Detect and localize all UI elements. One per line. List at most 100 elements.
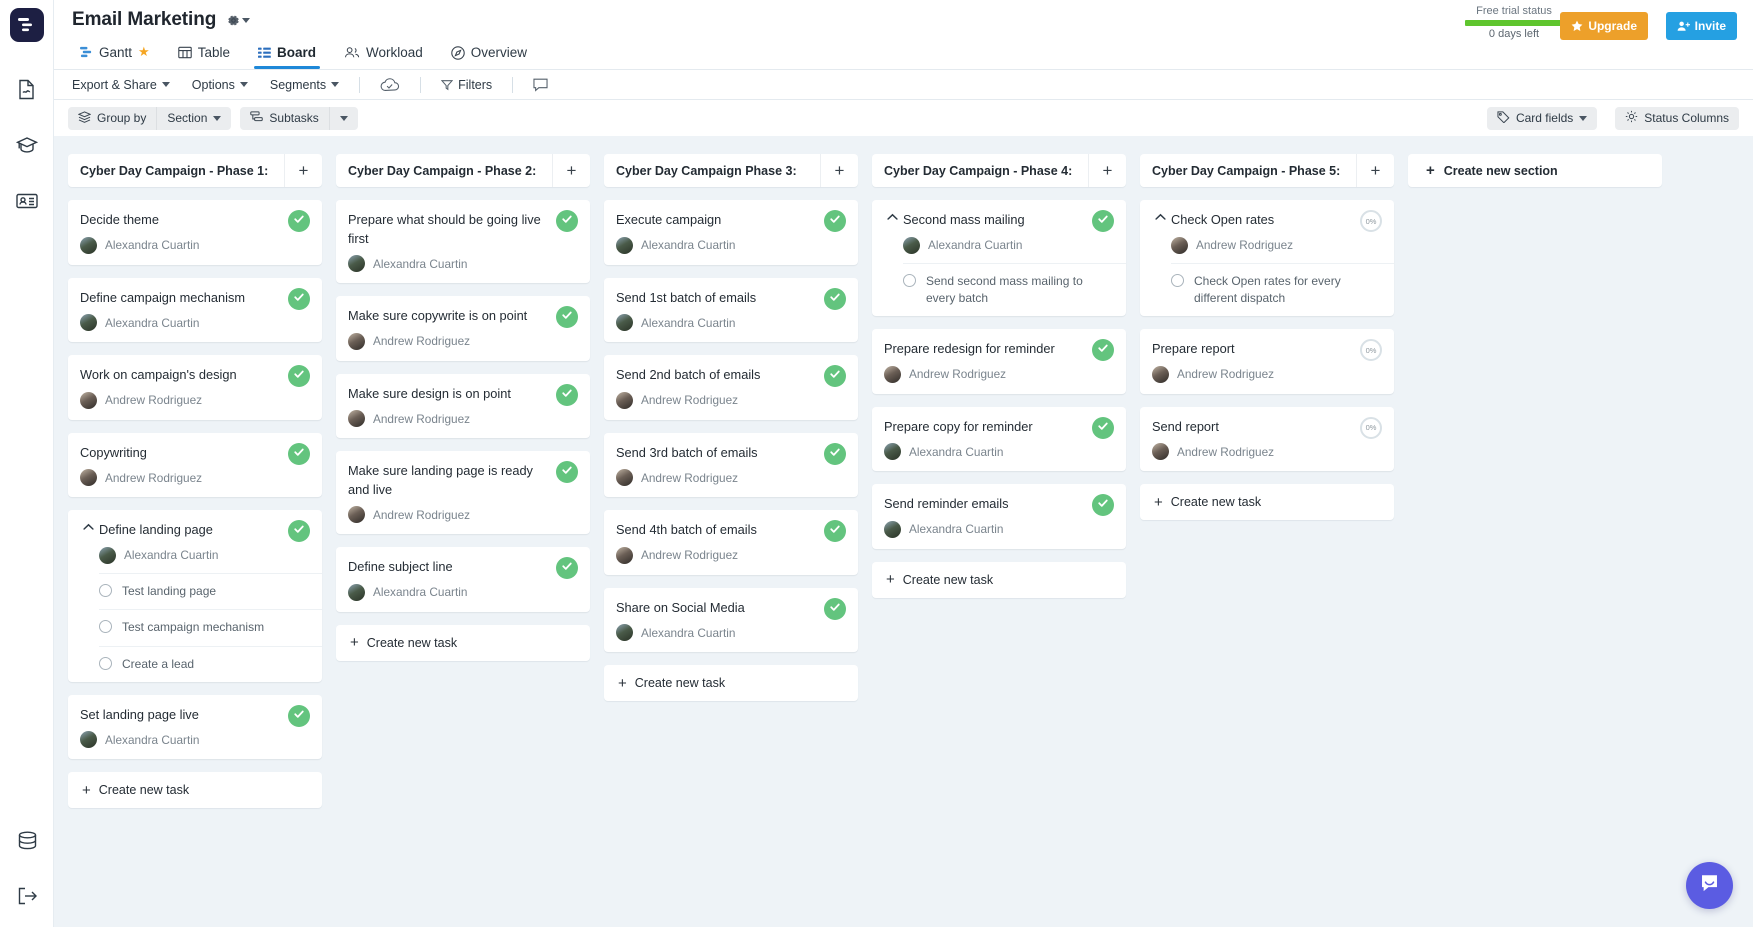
avatar[interactable] xyxy=(1171,236,1188,254)
sidebar-item-documents[interactable] xyxy=(10,72,44,106)
status-complete-badge[interactable] xyxy=(824,520,846,543)
avatar[interactable] xyxy=(348,583,365,601)
create-new-task-button[interactable]: + Create new task xyxy=(68,772,322,809)
task-card[interactable]: Decide theme Alexandra Cuartin xyxy=(68,200,322,265)
task-card[interactable]: Define landing page Alexandra Cuartin Test… xyxy=(68,510,322,682)
chevron-up-icon[interactable] xyxy=(1152,213,1168,221)
subtask-status-circle-icon[interactable] xyxy=(903,273,916,287)
create-new-task-button[interactable]: + Create new task xyxy=(872,561,1126,598)
status-complete-badge[interactable] xyxy=(1092,416,1114,439)
avatar[interactable] xyxy=(884,443,901,461)
comments-button[interactable] xyxy=(522,70,559,99)
status-complete-badge[interactable] xyxy=(824,597,846,620)
task-card[interactable]: Second mass mailing Alexandra Cuartin Send… xyxy=(872,200,1126,317)
task-card[interactable]: Make sure design is on point Andrew Rodri… xyxy=(336,373,590,439)
progress-badge[interactable]: 0% xyxy=(1360,339,1382,362)
chevron-up-icon[interactable] xyxy=(884,213,900,221)
status-complete-badge[interactable] xyxy=(556,306,578,329)
sidebar-item-database[interactable] xyxy=(10,823,44,857)
app-logo-icon[interactable] xyxy=(9,8,44,42)
tab-board[interactable]: Board xyxy=(244,45,330,69)
task-card[interactable]: Send 2nd batch of emails Andrew Rodriguez xyxy=(604,355,858,420)
avatar[interactable] xyxy=(80,469,97,487)
status-complete-badge[interactable] xyxy=(288,210,310,232)
status-complete-badge[interactable] xyxy=(824,287,846,310)
status-complete-badge[interactable] xyxy=(288,442,310,465)
task-card[interactable]: Define subject line Alexandra Cuartin xyxy=(336,547,590,612)
avatar[interactable] xyxy=(616,546,633,564)
status-complete-badge[interactable] xyxy=(288,365,310,388)
task-card[interactable]: Send reminder emails Alexandra Cuartin xyxy=(872,484,1126,549)
group-by-value-dropdown[interactable]: Section xyxy=(156,106,231,130)
subtask-status-circle-icon[interactable] xyxy=(1171,273,1184,287)
column-title[interactable]: Cyber Day Campaign Phase 3: xyxy=(604,154,820,187)
subtask-status-circle-icon[interactable] xyxy=(99,620,112,634)
upgrade-button[interactable]: Upgrade xyxy=(1560,12,1648,40)
task-card[interactable]: Send 3rd batch of emails Andrew Rodriguez xyxy=(604,432,858,498)
segments-menu[interactable]: Segments xyxy=(259,70,350,99)
options-menu[interactable]: Options xyxy=(181,70,259,99)
invite-button[interactable]: Invite xyxy=(1665,12,1737,40)
task-card[interactable]: Define campaign mechanism Alexandra Cuart… xyxy=(68,277,322,343)
status-complete-badge[interactable] xyxy=(824,442,846,465)
add-task-to-column-button[interactable]: + xyxy=(284,154,322,187)
task-card[interactable]: Set landing page live Alexandra Cuartin xyxy=(68,694,322,760)
status-columns-button[interactable]: Status Columns xyxy=(1615,107,1739,130)
avatar[interactable] xyxy=(616,469,633,487)
card-fields-button[interactable]: Card fields xyxy=(1487,107,1597,130)
subtask-item[interactable]: Test landing page xyxy=(99,572,322,609)
status-complete-badge[interactable] xyxy=(1092,339,1114,362)
progress-badge[interactable]: 0% xyxy=(1360,210,1382,232)
subtask-item[interactable]: Test campaign mechanism xyxy=(99,609,322,645)
avatar[interactable] xyxy=(348,255,365,273)
chat-support-button[interactable] xyxy=(1686,862,1733,909)
add-task-to-column-button[interactable]: + xyxy=(1356,154,1394,187)
avatar[interactable] xyxy=(99,546,116,564)
subtask-status-circle-icon[interactable] xyxy=(99,656,112,670)
avatar[interactable] xyxy=(616,236,633,254)
task-card[interactable]: Work on campaign's design Andrew Rodrigue… xyxy=(68,355,322,420)
task-card[interactable]: Send 4th batch of emails Andrew Rodriguez xyxy=(604,510,858,575)
avatar[interactable] xyxy=(80,314,97,332)
avatar[interactable] xyxy=(80,236,97,254)
task-card[interactable]: Send report Andrew Rodriguez 0% xyxy=(1140,406,1394,472)
avatar[interactable] xyxy=(348,506,365,524)
create-new-task-button[interactable]: + Create new task xyxy=(604,665,858,702)
subtask-item[interactable]: Check Open rates for every different dis… xyxy=(1171,262,1394,317)
add-task-to-column-button[interactable]: + xyxy=(1088,154,1126,187)
progress-badge[interactable]: 0% xyxy=(1360,416,1382,439)
column-title[interactable]: Cyber Day Campaign - Phase 2: xyxy=(336,154,552,187)
create-new-task-button[interactable]: + Create new task xyxy=(1140,484,1394,521)
avatar[interactable] xyxy=(616,314,633,332)
task-card[interactable]: Share on Social Media Alexandra Cuartin xyxy=(604,587,858,653)
tab-workload[interactable]: Workload xyxy=(330,45,437,69)
add-task-to-column-button[interactable]: + xyxy=(820,154,858,187)
status-complete-badge[interactable] xyxy=(556,210,578,232)
avatar[interactable] xyxy=(616,391,633,409)
filters-button[interactable]: Filters xyxy=(430,70,503,99)
avatar[interactable] xyxy=(884,520,901,538)
tab-table[interactable]: Table xyxy=(164,45,244,69)
status-complete-badge[interactable] xyxy=(824,210,846,232)
status-complete-badge[interactable] xyxy=(824,365,846,388)
sidebar-item-logout[interactable] xyxy=(10,879,44,913)
status-complete-badge[interactable] xyxy=(1092,210,1114,232)
status-complete-badge[interactable] xyxy=(1092,494,1114,517)
task-card[interactable]: Prepare copy for reminder Alexandra Cuart… xyxy=(872,406,1126,472)
cloud-sync-button[interactable] xyxy=(369,70,411,99)
column-title[interactable]: Cyber Day Campaign - Phase 5: xyxy=(1140,154,1356,187)
subtask-item[interactable]: Send second mass mailing to every batch xyxy=(903,262,1126,317)
star-icon[interactable]: ★ xyxy=(138,44,150,60)
avatar[interactable] xyxy=(80,731,97,749)
avatar[interactable] xyxy=(348,410,365,428)
add-task-to-column-button[interactable]: + xyxy=(552,154,590,187)
create-new-section-button[interactable]: + Create new section xyxy=(1408,154,1662,187)
avatar[interactable] xyxy=(884,365,901,383)
status-complete-badge[interactable] xyxy=(288,704,310,727)
group-by-button[interactable]: Group by xyxy=(68,107,156,130)
subtask-status-circle-icon[interactable] xyxy=(99,583,112,597)
avatar[interactable] xyxy=(616,624,633,642)
task-card[interactable]: Prepare what should be going live first A… xyxy=(336,200,590,284)
avatar[interactable] xyxy=(903,236,920,254)
task-card[interactable]: Send 1st batch of emails Alexandra Cuarti… xyxy=(604,277,858,343)
